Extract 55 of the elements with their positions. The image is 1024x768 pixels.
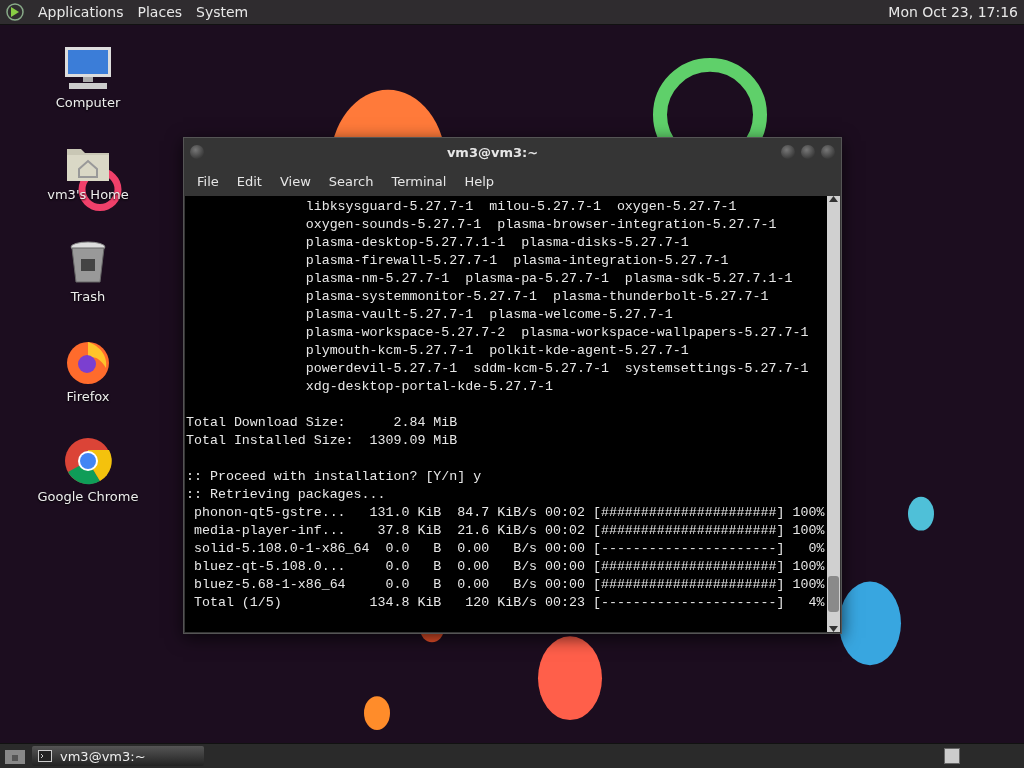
menu-item[interactable]: Search — [319, 173, 383, 189]
terminal-line: Total Installed Size: 1309.09 MiB — [186, 432, 459, 450]
menu-item[interactable]: View — [270, 173, 320, 189]
close-button[interactable] — [821, 145, 835, 159]
scroll-down-icon[interactable] — [829, 626, 838, 632]
terminal-line: plasma-desktop-5.27.7.1-1 plasma-disks-5.27.7-1 — [304, 234, 690, 252]
terminal-line: :: Proceed with installation? [Y/n] y — [186, 468, 483, 486]
scroll-up-icon[interactable] — [829, 196, 838, 202]
panel-menu[interactable]: Places — [137, 4, 183, 20]
terminal-line: media-player-inf... 37.8 KiB 21.6 KiB/s 00:02 [######################] 100% — [192, 522, 826, 540]
terminal-line: plasma-firewall-5.27.7-1 plasma-integration-5.27.7-1 — [304, 252, 730, 270]
menu-item[interactable]: File — [188, 173, 228, 189]
show-desktop-icon[interactable] — [4, 747, 26, 765]
desktop-icon-label[interactable]: Google Chrome — [37, 489, 139, 504]
menu-item[interactable]: Terminal — [382, 173, 456, 189]
window-title: vm3@vm3:~ — [445, 144, 540, 160]
terminal-line: plasma-systemmonitor-5.27.7-1 plasma-thunderbolt-5.27.7-1 — [304, 288, 770, 306]
window-menu-button[interactable] — [190, 145, 204, 159]
workspace-switcher[interactable] — [944, 748, 960, 764]
terminal-line: Total (1/5) 134.8 KiB 120 KiB/s 00:23 [----------------------] 4% — [192, 594, 826, 612]
terminal-line: plasma-vault-5.27.7-1 plasma-welcome-5.27.7-1 — [304, 306, 674, 324]
terminal-line: libksysguard-5.27.7-1 milou-5.27.7-1 oxygen-5.27.7-1 — [304, 198, 738, 216]
terminal-line: plasma-nm-5.27.7-1 plasma-pa-5.27.7-1 plasma-sdk-5.27.7.1-1 — [304, 270, 794, 288]
terminal-line: Total Download Size: 2.84 MiB — [186, 414, 459, 432]
wallpaper-blob — [908, 496, 934, 531]
terminal-line: solid-5.108.0-1-x86_64 0.0 B 0.00 B/s 00:00 [----------------------] 0% — [192, 540, 826, 558]
terminal-icon — [38, 750, 52, 762]
desktop-icon-label[interactable]: Trash — [70, 289, 106, 304]
logo-icon[interactable] — [6, 3, 24, 21]
terminal-line: plymouth-kcm-5.27.7-1 polkit-kde-agent-5.27.7-1 — [304, 342, 690, 360]
terminal-line: bluez-qt-5.108.0... 0.0 B 0.00 B/s 00:00 [######################] 100% — [192, 558, 826, 576]
scroll-thumb[interactable] — [828, 576, 839, 612]
menu-item[interactable]: Help — [455, 173, 504, 189]
terminal-line: plasma-workspace-5.27.7-2 plasma-workspace-wallpapers-5.27.7-1 — [304, 324, 810, 342]
taskbar-button[interactable]: vm3@vm3:~ — [32, 746, 204, 766]
menu-item[interactable]: Edit — [227, 173, 271, 189]
chrome-icon — [64, 437, 112, 485]
firefox-icon — [65, 339, 111, 385]
wallpaper-blob — [364, 696, 390, 731]
trash-icon — [69, 241, 107, 285]
terminal-line: xdg-desktop-portal-kde-5.27.7-1 — [304, 378, 555, 396]
terminal-line: powerdevil-5.27.7-1 sddm-kcm-5.27.7-1 systemsettings-5.27.7-1 — [304, 360, 810, 378]
terminal-line: oxygen-sounds-5.27.7-1 plasma-browser-integration-5.27.7-1 — [304, 216, 778, 234]
desktop-icon-label[interactable]: Firefox — [66, 389, 110, 404]
minimize-button[interactable] — [781, 145, 795, 159]
maximize-button[interactable] — [801, 145, 815, 159]
terminal-line: bluez-5.68-1-x86_64 0.0 B 0.00 B/s 00:00 [######################] 100% — [192, 576, 826, 594]
panel-menu[interactable]: Applications — [38, 4, 124, 20]
terminal-line: phonon-qt5-gstre... 131.0 KiB 84.7 KiB/s 00:02 [######################] 100% — [192, 504, 826, 522]
monitor-icon — [63, 45, 113, 91]
clock[interactable]: Mon Oct 23, 17:16 — [888, 4, 1018, 20]
desktop-icon-label[interactable]: Computer — [55, 95, 121, 110]
scrollbar[interactable] — [827, 196, 840, 632]
panel-menu[interactable]: System — [196, 4, 249, 20]
terminal-line: :: Retrieving packages... — [186, 486, 387, 504]
